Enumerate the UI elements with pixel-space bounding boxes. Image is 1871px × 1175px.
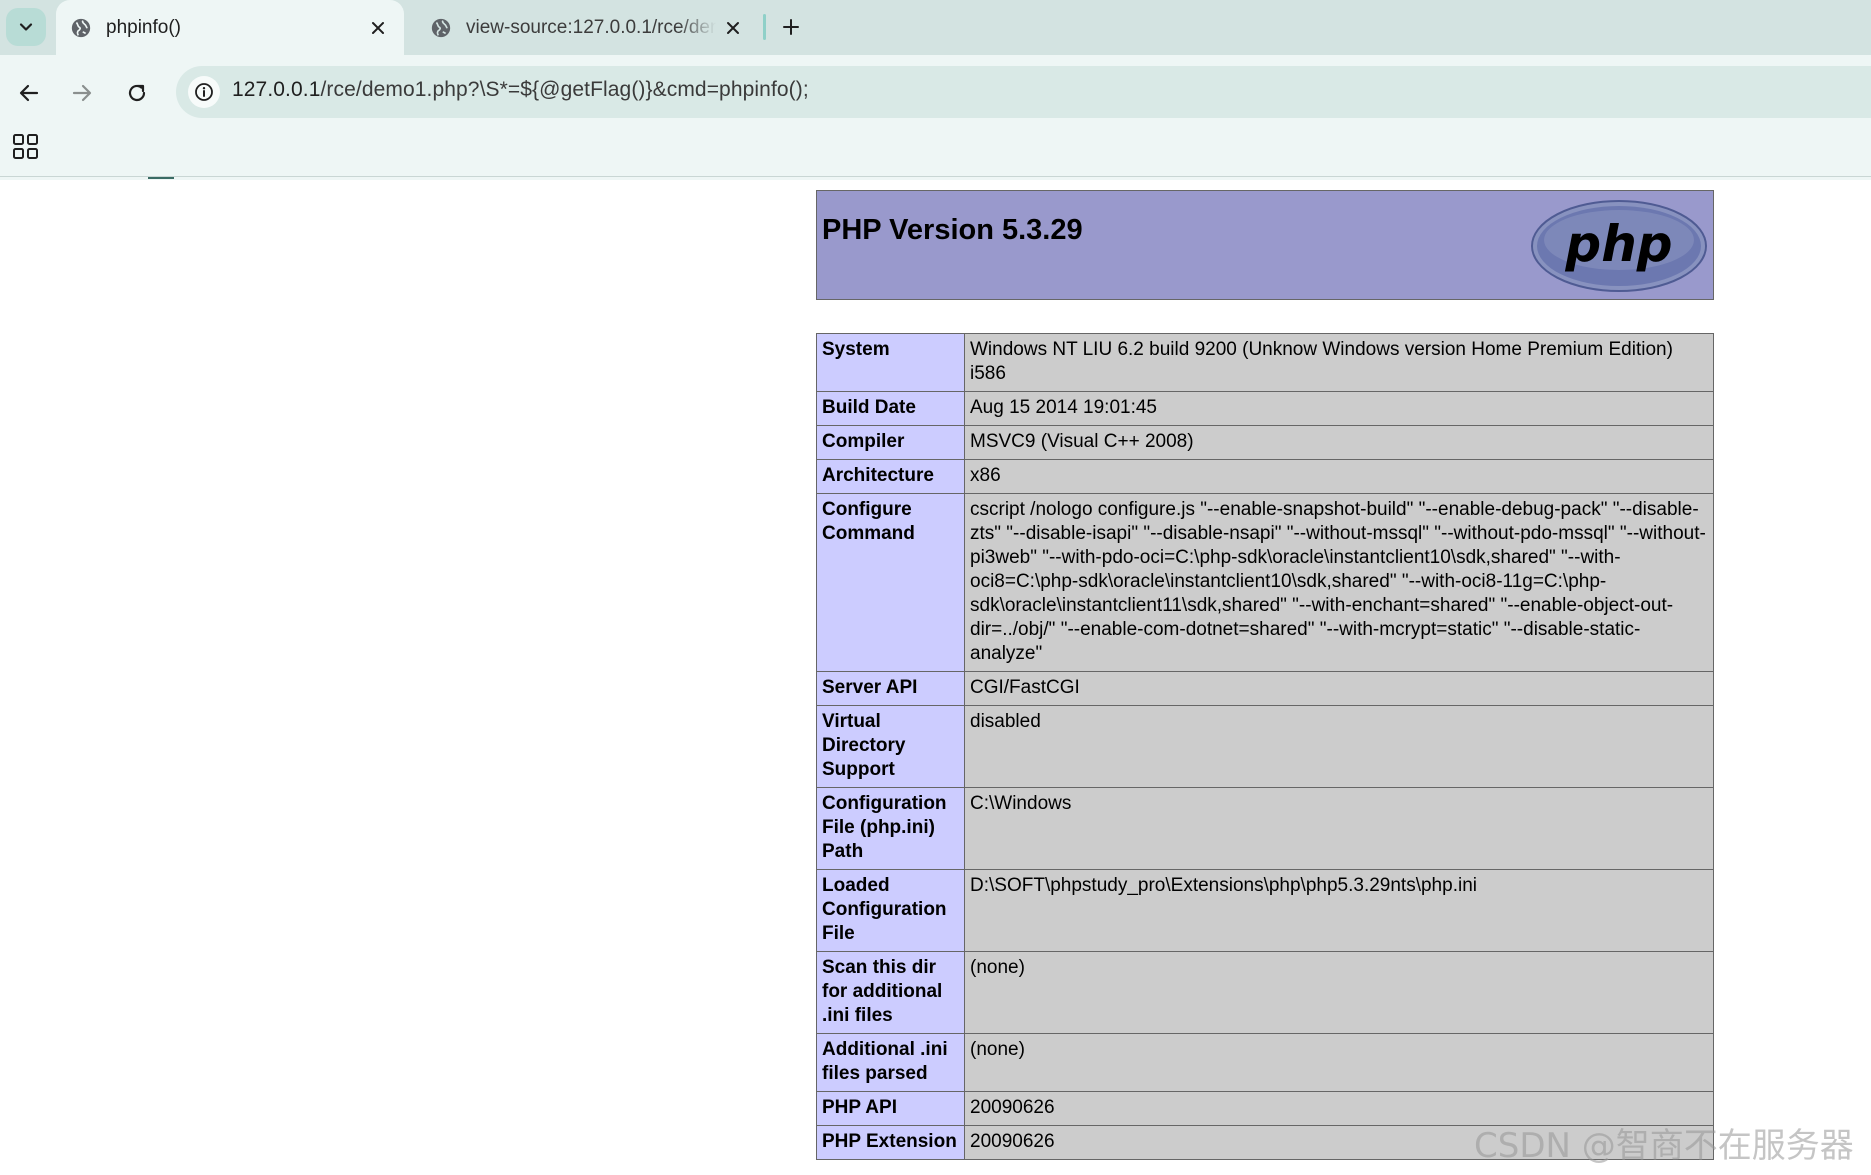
tab-phpinfo[interactable]: phpinfo() bbox=[56, 0, 404, 55]
table-row: Compiler MSVC9 (Visual C++ 2008) bbox=[816, 425, 1714, 460]
plus-icon bbox=[783, 19, 799, 35]
info-key: Additional .ini files parsed bbox=[816, 1033, 965, 1092]
php-info-table: System Windows NT LIU 6.2 build 9200 (Unk… bbox=[816, 333, 1714, 1160]
table-row: Loaded Configuration File D:\SOFT\phpstud… bbox=[816, 869, 1714, 952]
site-info-button[interactable] bbox=[188, 76, 220, 108]
info-key: Architecture bbox=[816, 459, 965, 494]
table-row: Server API CGI/FastCGI bbox=[816, 671, 1714, 706]
info-key: Configure Command bbox=[816, 493, 965, 672]
table-row: Scan this dir for additional .ini files(… bbox=[816, 951, 1714, 1034]
chevron-down-icon bbox=[19, 23, 33, 31]
table-row: Build Date Aug 15 2014 19:01:45 bbox=[816, 391, 1714, 426]
tab-search-button[interactable] bbox=[6, 8, 46, 46]
tab-view-source[interactable]: view-source:127.0.0.1/rce/demo1.php bbox=[416, 0, 756, 55]
info-key: PHP Extension bbox=[816, 1125, 965, 1160]
tab-title: view-source:127.0.0.1/rce/demo1.php bbox=[466, 16, 716, 38]
info-key: Virtual Directory Support bbox=[816, 705, 965, 788]
info-value: (none) bbox=[964, 1033, 1714, 1092]
tab-separator bbox=[763, 14, 766, 40]
apps-grid-icon[interactable] bbox=[12, 133, 40, 161]
info-value: C:\Windows bbox=[964, 787, 1714, 870]
url-path: /rce/demo1.php?\S*=${@getFlag()}&cmd=php… bbox=[320, 78, 809, 101]
info-key: Server API bbox=[816, 671, 965, 706]
browser-toolbar: 127.0.0.1/rce/demo1.php?\S*=${@getFlag()… bbox=[0, 55, 1871, 180]
php-version-header: PHP Version 5.3.29 php bbox=[816, 190, 1714, 300]
info-key: Compiler bbox=[816, 425, 965, 460]
toolbar-divider bbox=[0, 176, 1871, 177]
page-scroll-marker bbox=[148, 177, 174, 179]
url-text[interactable]: 127.0.0.1/rce/demo1.php?\S*=${@getFlag()… bbox=[232, 78, 809, 102]
close-icon bbox=[727, 21, 739, 34]
info-key: Build Date bbox=[816, 391, 965, 426]
table-row: Configure Command cscript /nologo configu… bbox=[816, 493, 1714, 672]
info-key: Scan this dir for additional .ini files bbox=[816, 951, 965, 1034]
php-logo-text: php bbox=[1564, 215, 1672, 273]
info-value: x86 bbox=[964, 459, 1714, 494]
reload-button[interactable] bbox=[117, 73, 157, 113]
info-icon bbox=[195, 83, 213, 101]
watermark: CSDN @智商不在服务器 bbox=[1474, 1126, 1854, 1166]
new-tab-button[interactable] bbox=[776, 12, 806, 42]
tab-close-button[interactable] bbox=[722, 17, 744, 39]
table-row: Virtual Directory Support disabled bbox=[816, 705, 1714, 788]
globe-icon bbox=[431, 18, 451, 37]
info-value: cscript /nologo configure.js "--enable-s… bbox=[964, 493, 1714, 672]
info-value: (none) bbox=[964, 951, 1714, 1034]
php-logo[interactable]: php bbox=[1530, 199, 1708, 293]
tab-close-button[interactable] bbox=[367, 17, 389, 39]
reload-icon bbox=[128, 84, 146, 102]
tab-title: phpinfo() bbox=[106, 16, 181, 38]
table-row: Configuration File (php.ini) Path C:\Wind… bbox=[816, 787, 1714, 870]
forward-button[interactable] bbox=[62, 73, 102, 113]
info-key: Loaded Configuration File bbox=[816, 869, 965, 952]
arrow-left-icon bbox=[19, 84, 39, 102]
page-title: PHP Version 5.3.29 bbox=[822, 214, 1083, 246]
info-key: PHP API bbox=[816, 1091, 965, 1126]
info-value: Windows NT LIU 6.2 build 9200 (Unknow Wi… bbox=[964, 333, 1714, 392]
globe-icon bbox=[71, 18, 91, 37]
tab-strip: phpinfo() view-source:127.0.0.1/rce/demo… bbox=[0, 0, 1871, 55]
url-host: 127.0.0.1 bbox=[232, 78, 321, 101]
info-value: MSVC9 (Visual C++ 2008) bbox=[964, 425, 1714, 460]
info-key: Configuration File (php.ini) Path bbox=[816, 787, 965, 870]
info-value: Aug 15 2014 19:01:45 bbox=[964, 391, 1714, 426]
info-value: CGI/FastCGI bbox=[964, 671, 1714, 706]
info-value: disabled bbox=[964, 705, 1714, 788]
close-icon bbox=[372, 21, 384, 34]
info-key: System bbox=[816, 333, 965, 392]
info-value: D:\SOFT\phpstudy_pro\Extensions\php\php5… bbox=[964, 869, 1714, 952]
table-row: System Windows NT LIU 6.2 build 9200 (Unk… bbox=[816, 333, 1714, 392]
back-button[interactable] bbox=[9, 73, 49, 113]
table-row: Additional .ini files parsed (none) bbox=[816, 1033, 1714, 1092]
address-bar[interactable]: 127.0.0.1/rce/demo1.php?\S*=${@getFlag()… bbox=[176, 66, 1871, 118]
table-row: Architecture x86 bbox=[816, 459, 1714, 494]
arrow-right-icon bbox=[72, 84, 92, 102]
